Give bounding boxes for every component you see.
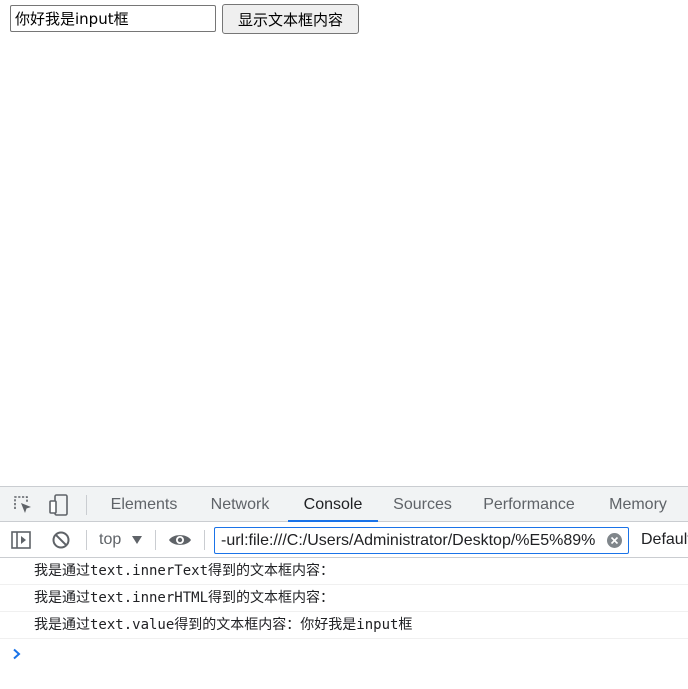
tab-memory[interactable]: Memory [596, 487, 680, 522]
console-message: 我是通过text.innerText得到的文本框内容： [0, 558, 688, 585]
show-content-button[interactable]: 显示文本框内容 [222, 4, 359, 34]
tab-elements[interactable]: Elements [99, 487, 189, 522]
context-select[interactable]: top [99, 528, 142, 552]
page-content: 显示文本框内容 [0, 0, 688, 486]
console-toolbar: top Default [0, 522, 688, 558]
tab-network[interactable]: Network [197, 487, 283, 522]
clear-console-icon[interactable] [49, 528, 73, 552]
devtools-tabbar: Elements Network Console Sources Perform… [0, 486, 688, 522]
devtools-panel: Elements Network Console Sources Perform… [0, 486, 688, 689]
toolbar-separator [155, 530, 156, 550]
eye-icon[interactable] [168, 528, 192, 552]
tab-performance[interactable]: Performance [471, 487, 587, 522]
log-levels-select[interactable]: Default [641, 528, 688, 552]
toolbar-separator [86, 495, 87, 515]
console-messages: 我是通过text.innerText得到的文本框内容： 我是通过text.inn… [0, 558, 688, 639]
console-message: 我是通过text.innerHTML得到的文本框内容： [0, 585, 688, 612]
toolbar-separator [204, 530, 205, 550]
text-input[interactable] [10, 5, 216, 32]
console-prompt-icon [10, 647, 24, 661]
tab-console[interactable]: Console [288, 487, 378, 522]
inspect-element-icon[interactable] [11, 493, 35, 517]
console-message: 我是通过text.value得到的文本框内容：你好我是input框 [0, 612, 688, 639]
tab-sources[interactable]: Sources [383, 487, 462, 522]
toolbar-separator [86, 530, 87, 550]
sidebar-toggle-icon[interactable] [9, 528, 33, 552]
console-filter-input[interactable] [214, 527, 629, 554]
device-toolbar-icon[interactable] [47, 493, 71, 517]
clear-filter-icon[interactable] [606, 532, 623, 549]
dropdown-triangle-icon [131, 528, 142, 552]
context-label: top [99, 531, 122, 549]
console-prompt[interactable] [0, 642, 688, 668]
